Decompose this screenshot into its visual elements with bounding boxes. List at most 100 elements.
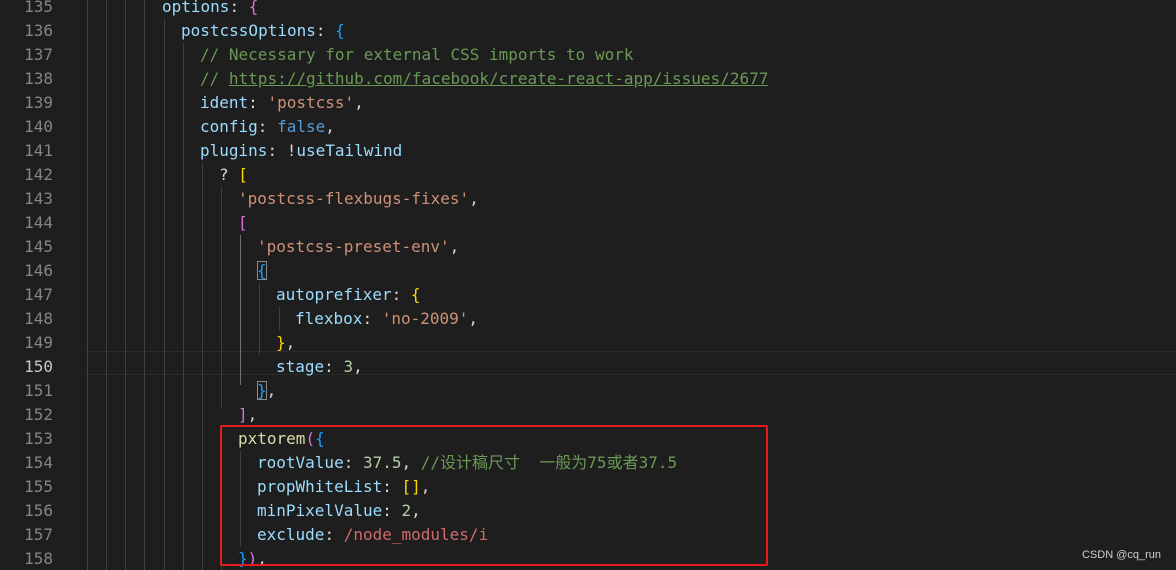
code-line-146[interactable]: { xyxy=(257,259,267,283)
line-number: 154 xyxy=(24,453,53,472)
token: , xyxy=(468,309,479,328)
comment: // Necessary for external CSS imports to… xyxy=(200,45,634,64)
token: : xyxy=(382,477,402,496)
indent-guide xyxy=(183,43,184,570)
code-line-151[interactable]: }, xyxy=(257,379,276,403)
token: , xyxy=(411,501,421,520)
comment: //设计稿尺寸 一般为75或者37.5 xyxy=(420,453,678,472)
token: : xyxy=(343,453,363,472)
indent-guide xyxy=(221,427,222,570)
code-line-144[interactable]: [ xyxy=(238,211,248,235)
token: : xyxy=(382,501,402,520)
token: propWhiteList xyxy=(257,477,383,496)
line-number: 137 xyxy=(24,45,53,64)
code-line-143[interactable]: 'postcss-flexbugs-fixes', xyxy=(238,187,479,211)
token: pxtorem xyxy=(238,429,306,448)
code-line-149[interactable]: }, xyxy=(276,331,295,355)
token: , xyxy=(420,477,431,496)
matched-brace: } xyxy=(257,381,267,400)
token: : xyxy=(257,117,278,136)
line-number: 146 xyxy=(24,261,53,280)
code-line-154[interactable]: rootValue: 37.5, //设计稿尺寸 一般为75或者37.5 xyxy=(257,451,677,475)
matched-brace: { xyxy=(257,261,267,280)
code-line-148[interactable]: flexbox: 'no-2009', xyxy=(295,307,478,331)
token: plugins xyxy=(200,141,268,160)
token: , xyxy=(469,189,479,208)
line-number: 136 xyxy=(24,21,53,40)
token: 'postcss-preset-env' xyxy=(257,237,450,256)
token: } xyxy=(276,333,286,352)
token: , xyxy=(401,453,421,472)
code-editor[interactable]: 135 136 137 138 139 140 141 142 143 144 … xyxy=(0,0,1176,570)
token: ] xyxy=(411,477,421,496)
line-number: 144 xyxy=(24,213,53,232)
indent-guide xyxy=(106,0,107,570)
token: 'postcss-flexbugs-fixes' xyxy=(238,189,470,208)
line-number: 153 xyxy=(24,429,53,448)
indent-guide xyxy=(125,0,126,570)
indent-guide xyxy=(221,187,222,409)
token: autoprefixer xyxy=(276,285,392,304)
code-line-135[interactable]: options: { xyxy=(162,0,258,19)
code-line-141[interactable]: plugins: !useTailwind xyxy=(200,139,402,163)
code-line-136[interactable]: postcssOptions: { xyxy=(181,19,345,43)
token: , xyxy=(285,333,296,352)
code-line-145[interactable]: 'postcss-preset-env', xyxy=(257,235,459,259)
token: { xyxy=(335,21,345,40)
line-number: 145 xyxy=(24,237,53,256)
token: : xyxy=(324,357,344,376)
line-number: 142 xyxy=(24,165,53,184)
token: 'no-2009' xyxy=(381,309,469,328)
token: : xyxy=(391,285,411,304)
line-number: 151 xyxy=(24,381,53,400)
token: ident xyxy=(200,93,249,112)
line-number: 158 xyxy=(24,549,53,568)
comment: // xyxy=(200,69,229,88)
indent-guide-active xyxy=(240,235,241,385)
code-line-153[interactable]: pxtorem({ xyxy=(238,427,325,451)
token: 3 xyxy=(343,357,354,376)
line-number: 155 xyxy=(24,477,53,496)
code-line-139[interactable]: ident: 'postcss', xyxy=(200,91,364,115)
code-line-142[interactable]: ? [ xyxy=(219,163,248,187)
code-line-156[interactable]: minPixelValue: 2, xyxy=(257,499,421,523)
code-line-150[interactable]: stage: 3, xyxy=(276,355,363,379)
code-line-158[interactable]: }), xyxy=(238,547,267,570)
line-number: 143 xyxy=(24,189,53,208)
line-number: 148 xyxy=(24,309,53,328)
token: config xyxy=(200,117,258,136)
current-line-highlight xyxy=(86,351,1176,375)
token: , xyxy=(266,381,277,400)
token: minPixelValue xyxy=(257,501,383,520)
token: exclude xyxy=(257,525,325,544)
token: [ xyxy=(238,165,248,184)
token: } xyxy=(238,549,248,568)
indent-guide xyxy=(202,163,203,570)
code-line-147[interactable]: autoprefixer: { xyxy=(276,283,421,307)
token: : xyxy=(267,141,287,160)
indent-guide xyxy=(259,283,260,355)
line-number-active: 150 xyxy=(24,357,53,376)
comment-link[interactable]: https://github.com/facebook/create-react… xyxy=(229,69,768,88)
token: , xyxy=(257,549,267,568)
line-number: 156 xyxy=(24,501,53,520)
code-line-155[interactable]: propWhiteList: [], xyxy=(257,475,430,499)
indent-guide xyxy=(87,0,88,570)
token: useTailwind xyxy=(296,141,403,160)
token: , xyxy=(353,357,363,376)
token: 2 xyxy=(401,501,412,520)
line-number-gutter: 135 136 137 138 139 140 141 142 143 144 … xyxy=(0,0,60,570)
code-line-138[interactable]: // https://github.com/facebook/create-re… xyxy=(200,67,768,91)
token: ( xyxy=(305,429,316,448)
line-number: 152 xyxy=(24,405,53,424)
code-line-137[interactable]: // Necessary for external CSS imports to… xyxy=(200,43,633,67)
token: [ xyxy=(401,477,412,496)
code-line-152[interactable]: ], xyxy=(238,403,257,427)
code-line-140[interactable]: config: false, xyxy=(200,115,335,139)
code-line-157[interactable]: exclude: /node_modules/i xyxy=(257,523,488,547)
token: , xyxy=(247,405,258,424)
token: [ xyxy=(238,213,248,232)
token: options xyxy=(162,0,230,16)
token: 37.5 xyxy=(362,453,402,472)
token: : xyxy=(248,93,268,112)
